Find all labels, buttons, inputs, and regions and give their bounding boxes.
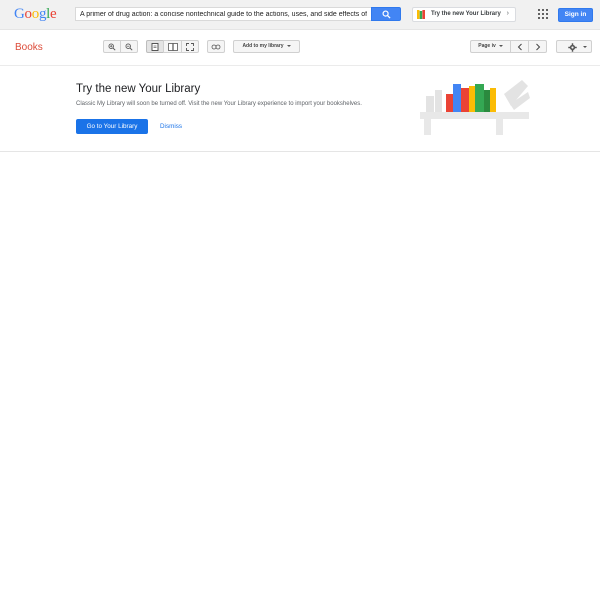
two-page-view-button[interactable] xyxy=(163,40,182,53)
link-icon xyxy=(211,44,221,49)
zoom-out-icon xyxy=(125,43,133,51)
logo-letter: o xyxy=(24,6,33,22)
logo-letter: G xyxy=(14,6,25,22)
books-toolbar: Books Add to my library Page iv xyxy=(0,30,600,66)
fullscreen-icon xyxy=(186,42,194,51)
search-button[interactable] xyxy=(371,7,401,21)
zoom-in-icon xyxy=(108,43,116,51)
banner-title: Try the new Your Library xyxy=(76,83,201,95)
try-new-library-label: Try the new Your Library xyxy=(431,11,501,17)
chevron-down-icon xyxy=(286,44,291,47)
search-input[interactable] xyxy=(76,8,371,20)
logo-letter: o xyxy=(31,6,40,22)
google-logo[interactable]: Google xyxy=(14,6,57,23)
top-bar: Google Try the new Your Library › Sign i… xyxy=(0,0,600,30)
zoom-out-button[interactable] xyxy=(120,40,138,53)
link-button[interactable] xyxy=(207,40,225,53)
search-icon xyxy=(382,10,391,19)
add-to-library-button[interactable]: Add to my library xyxy=(233,40,300,53)
single-page-icon xyxy=(151,42,159,51)
page-selector-label: Page iv xyxy=(478,43,496,49)
dismiss-link[interactable]: Dismiss xyxy=(160,123,182,130)
logo-letter: e xyxy=(50,6,57,22)
bookshelf-illustration xyxy=(420,80,530,135)
settings-button[interactable] xyxy=(556,40,592,53)
page-selector[interactable]: Page iv xyxy=(470,40,511,53)
next-page-icon xyxy=(535,43,540,50)
previous-page-button[interactable] xyxy=(510,40,529,53)
search-box xyxy=(75,7,371,21)
chevron-down-icon xyxy=(583,46,587,48)
apps-icon[interactable] xyxy=(538,9,548,19)
books-title[interactable]: Books xyxy=(15,42,43,53)
gear-icon xyxy=(568,43,577,52)
library-icon xyxy=(417,10,425,19)
chevron-down-icon xyxy=(498,44,503,47)
try-new-library-button[interactable]: Try the new Your Library › xyxy=(412,7,516,22)
banner-description: Classic My Library will soon be turned o… xyxy=(76,101,362,107)
two-page-icon xyxy=(167,42,178,51)
fullscreen-button[interactable] xyxy=(181,40,199,53)
single-page-view-button[interactable] xyxy=(146,40,164,53)
sign-in-button[interactable]: Sign in xyxy=(558,8,593,22)
add-to-library-label: Add to my library xyxy=(242,43,284,49)
go-to-library-button[interactable]: Go to Your Library xyxy=(76,119,148,134)
next-page-button[interactable] xyxy=(528,40,547,53)
chevron-right-icon: › xyxy=(506,10,509,17)
zoom-in-button[interactable] xyxy=(103,40,121,53)
logo-letter: g xyxy=(38,6,47,22)
prev-page-icon xyxy=(517,43,522,50)
